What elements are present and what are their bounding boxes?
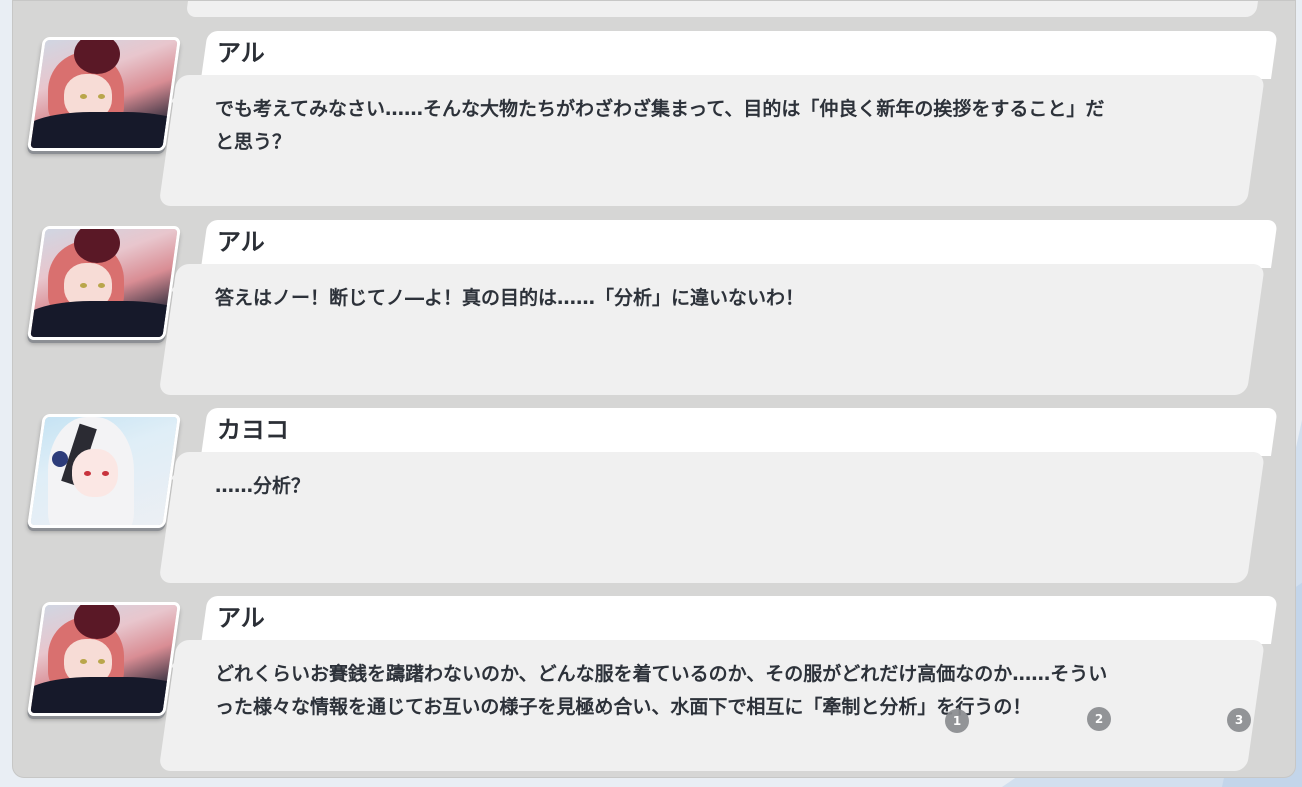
bubble-pointer xyxy=(171,89,183,113)
kayoko-portrait-icon xyxy=(26,414,182,528)
log-entry: アル どれくらいお賽銭を躊躇わないのか、どんな服を着ているのか、その服がどれだけ… xyxy=(13,596,1295,777)
nameplate xyxy=(201,596,1278,644)
avatar xyxy=(26,37,182,151)
aru-portrait-icon xyxy=(26,226,182,340)
speaker-name: アル xyxy=(217,604,265,632)
avatar xyxy=(26,226,182,340)
log-entry: アル でも考えてみなさい……そんな大物たちがわざわざ集まって、目的は「仲良く新年… xyxy=(13,31,1295,213)
speaker-name: カヨコ xyxy=(217,416,289,444)
choice-badge-1[interactable]: 1 xyxy=(945,709,969,733)
message-text: 答えはノー！断じてノ―よ！真の目的は……「分析」に違いないわ！ xyxy=(215,287,805,309)
message-text: どれくらいお賽銭を躊躇わないのか、どんな服を着ているのか、その服がどれだけ高価な… xyxy=(215,663,1108,718)
choice-badge-2[interactable]: 2 xyxy=(1087,707,1111,731)
aru-portrait-icon xyxy=(26,37,182,151)
speaker-name: アル xyxy=(217,39,265,67)
nameplate xyxy=(201,31,1278,79)
message-text: でも考えてみなさい……そんな大物たちがわざわざ集まって、目的は「仲良く新年の挨拶… xyxy=(215,98,1105,153)
message-text: ……分析？ xyxy=(215,475,311,497)
bubble-pointer xyxy=(171,466,183,490)
previous-entry-edge xyxy=(185,1,1258,17)
choice-badge-3[interactable]: 3 xyxy=(1227,708,1251,732)
avatar xyxy=(26,602,182,716)
nameplate xyxy=(201,220,1278,268)
nameplate xyxy=(201,408,1278,456)
bubble-pointer xyxy=(171,278,183,302)
bubble-pointer xyxy=(171,654,183,678)
log-entry: アル 答えはノー！断じてノ―よ！真の目的は……「分析」に違いないわ！ xyxy=(13,220,1295,402)
log-entry: カヨコ ……分析？ xyxy=(13,408,1295,590)
speaker-name: アル xyxy=(217,228,265,256)
aru-portrait-icon xyxy=(26,602,182,716)
dialogue-log-panel[interactable]: アル でも考えてみなさい……そんな大物たちがわざわざ集まって、目的は「仲良く新年… xyxy=(12,0,1296,778)
avatar xyxy=(26,414,182,528)
